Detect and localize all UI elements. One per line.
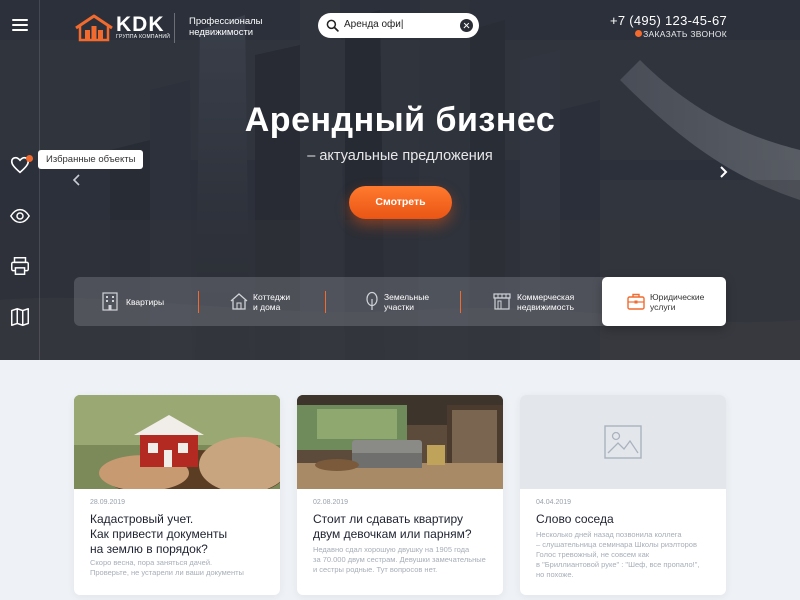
category-bar: Квартиры Коттеджи и дома Земельные участ… xyxy=(74,277,726,326)
eye-icon[interactable] xyxy=(9,205,31,227)
news-card-image xyxy=(74,395,280,489)
news-title[interactable]: Стоит ли сдавать квартиру двум девочкам … xyxy=(313,512,493,542)
image-placeholder-icon xyxy=(604,425,642,459)
category-land[interactable]: Земельные участки xyxy=(326,277,460,326)
news-date: 04.04.2019 xyxy=(536,499,572,506)
building-icon xyxy=(102,292,118,311)
news-title[interactable]: Кадастровый учет. Как привести документы… xyxy=(90,512,270,557)
category-label: Коттеджи и дома xyxy=(253,292,291,312)
print-icon[interactable] xyxy=(9,255,31,277)
category-commercial[interactable]: Коммерческая недвижимость xyxy=(461,277,601,326)
category-legal[interactable]: Юридические услуги xyxy=(602,277,726,326)
briefcase-icon xyxy=(627,293,645,310)
category-label: Юридические услуги xyxy=(650,292,705,312)
news-excerpt: Скоро весна, пора заняться дачей. Провер… xyxy=(90,558,244,577)
left-rail xyxy=(0,0,40,360)
news-date: 28.09.2019 xyxy=(90,499,126,506)
callback-link[interactable]: ЗАКАЗАТЬ ЗВОНОК xyxy=(643,29,727,39)
callback-dot xyxy=(635,30,642,37)
news-excerpt: Недавно сдал хорошую двушку на 1905 года… xyxy=(313,545,486,574)
category-label: Земельные участки xyxy=(384,292,430,312)
tree-icon xyxy=(366,291,378,310)
news-card-image-placeholder xyxy=(520,395,726,489)
category-cottages[interactable]: Коттеджи и дома xyxy=(199,277,325,326)
news-date: 02.08.2019 xyxy=(313,499,349,506)
search-box[interactable]: Аренда офи| xyxy=(318,13,479,38)
search-clear-icon[interactable] xyxy=(460,19,473,32)
news-card[interactable]: 28.09.2019 Кадастровый учет. Как привест… xyxy=(74,395,280,595)
search-icon xyxy=(326,19,339,32)
map-icon[interactable] xyxy=(9,306,31,328)
news-card-image xyxy=(297,395,503,489)
shop-icon xyxy=(493,293,511,310)
living-room-image xyxy=(297,395,503,489)
chevron-right-icon[interactable] xyxy=(716,165,730,179)
hero-subtitle: – актуальные предложения xyxy=(307,148,493,164)
kdk-logo-icon[interactable] xyxy=(74,14,114,42)
header-divider xyxy=(174,13,175,43)
hero-title: Арендный бизнес xyxy=(244,101,556,139)
news-title[interactable]: Слово соседа xyxy=(536,512,716,527)
category-label: Коммерческая недвижимость xyxy=(517,292,575,312)
search-input[interactable]: Аренда офи| xyxy=(344,19,403,30)
house-icon xyxy=(230,293,248,310)
company-tagline: Профессионалы недвижимости xyxy=(189,16,263,38)
news-card[interactable]: 04.04.2019 Слово соседа Несколько дней н… xyxy=(520,395,726,595)
chevron-left-icon[interactable] xyxy=(70,173,84,187)
phone-number[interactable]: +7 (495) 123-45-67 xyxy=(610,13,727,28)
view-button[interactable]: Смотреть xyxy=(349,186,452,219)
news-card[interactable]: 02.08.2019 Стоит ли сдавать квартиру дву… xyxy=(297,395,503,595)
news-excerpt: Несколько дней назад позвонила коллега –… xyxy=(536,530,700,579)
house-in-hands-image xyxy=(74,395,280,489)
category-apartments[interactable]: Квартиры xyxy=(74,277,198,326)
logo-subtitle: ГРУППА КОМПАНИЙ xyxy=(116,34,171,40)
menu-burger-icon[interactable] xyxy=(12,19,28,31)
category-label: Квартиры xyxy=(126,297,165,307)
